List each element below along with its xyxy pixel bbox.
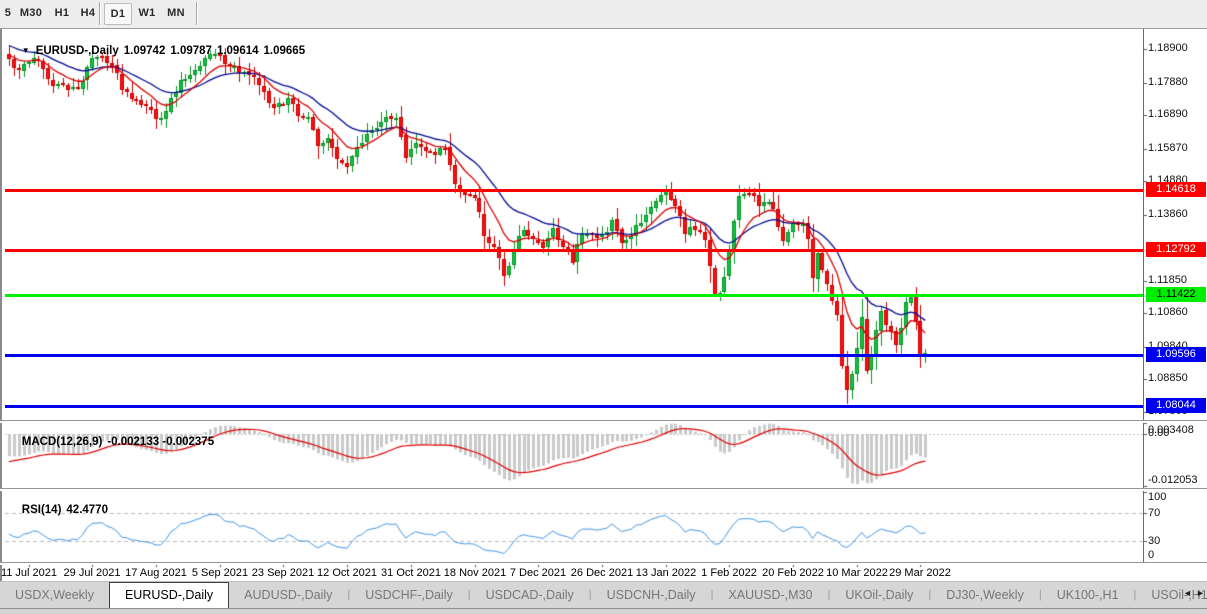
timeframe-toolbar: 5M30H1H4D1W1MN <box>0 0 1207 29</box>
date-tick-label: 26 Dec 2021 <box>571 567 633 579</box>
timeframe-H1[interactable]: H1 <box>50 3 74 23</box>
tab-xauusd-m30[interactable]: XAUUSD-,M30 <box>713 582 827 609</box>
rsi-tick-label: 0 <box>1148 549 1206 561</box>
date-tick-label: 20 Feb 2022 <box>762 567 824 579</box>
tab-dj30-weekly[interactable]: DJ30-,Weekly <box>931 582 1039 609</box>
date-tick-label: 23 Sep 2021 <box>252 567 314 579</box>
date-tick-label: 10 Mar 2022 <box>826 567 888 579</box>
toolbar-separator <box>196 2 198 25</box>
hline-level-1.12792[interactable] <box>5 249 1143 252</box>
date-tick-label: 1 Feb 2022 <box>701 567 757 579</box>
date-tick-label: 7 Dec 2021 <box>510 567 566 579</box>
macd-tick-label: 0.00 <box>1148 427 1206 439</box>
low-value: 1.09614 <box>217 45 259 57</box>
macd-values: -0.002133 -0.002375 <box>107 436 214 448</box>
rsi-name: RSI(14) <box>22 504 62 516</box>
hline-level-1.08044[interactable] <box>5 405 1143 408</box>
rsi-value: 42.4770 <box>66 504 108 516</box>
chart-canvas[interactable] <box>0 0 1207 613</box>
date-tick-label: 31 Oct 2021 <box>381 567 441 579</box>
price-tick-label: 1.17880 <box>1148 76 1206 88</box>
tab-eurusd-daily[interactable]: EURUSD-,Daily <box>109 582 229 609</box>
timeframe-W1[interactable]: W1 <box>134 3 160 23</box>
hline-level-1.11422[interactable] <box>5 294 1143 297</box>
pane-separator-dates <box>0 562 1207 565</box>
date-tick-label: 17 Aug 2021 <box>125 567 187 579</box>
trading-terminal: 5M30H1H4D1W1MN ▼ EURUSD-,Daily 1.09742 1.09… <box>0 0 1207 613</box>
price-badge: 1.08044 <box>1146 398 1206 413</box>
tab-usdcad-daily[interactable]: USDCAD-,Daily <box>471 582 589 609</box>
timeframe-M30[interactable]: M30 <box>16 3 46 23</box>
date-tick-label: 13 Jan 2022 <box>636 567 697 579</box>
price-axis-line <box>1143 29 1144 563</box>
price-tick-label: 1.11850 <box>1148 274 1206 286</box>
tab-usdchf-daily[interactable]: USDCHF-,Daily <box>350 582 468 609</box>
price-tick-label: 1.16890 <box>1148 108 1206 120</box>
open-value: 1.09742 <box>124 45 166 57</box>
rsi-tick-label: 30 <box>1148 535 1206 547</box>
date-tick-label: 18 Nov 2021 <box>444 567 506 579</box>
tab-scroll-left-icon[interactable]: ◄ <box>1183 588 1192 598</box>
pane-separator-rsi <box>0 488 1207 491</box>
date-tick-label: 29 Jul 2021 <box>64 567 121 579</box>
tab-usdx-weekly[interactable]: USDX,Weekly <box>0 582 109 609</box>
price-badge: 1.11422 <box>1146 287 1206 302</box>
price-tick-label: 1.10860 <box>1148 306 1206 318</box>
date-tick-label: 5 Sep 2021 <box>192 567 248 579</box>
price-tick-label: 1.08850 <box>1148 372 1206 384</box>
rsi-tick-label: 100 <box>1148 491 1206 503</box>
timeframe-MN[interactable]: MN <box>162 3 190 23</box>
rsi-label: RSI(14) 42.4770 <box>9 492 108 528</box>
bottom-strip <box>0 608 1207 614</box>
chart-symbol-label: EURUSD-,Daily <box>36 45 119 57</box>
timeframe-5[interactable]: 5 <box>2 3 14 23</box>
hline-level-1.14618[interactable] <box>5 189 1143 192</box>
tab-usdcnh-daily[interactable]: USDCNH-,Daily <box>592 582 711 609</box>
date-tick-label: 12 Oct 2021 <box>317 567 377 579</box>
hline-level-1.09596[interactable] <box>5 354 1143 357</box>
price-tick-label: 1.15870 <box>1148 142 1206 154</box>
timeframe-H4[interactable]: H4 <box>76 3 100 23</box>
high-value: 1.09787 <box>170 45 212 57</box>
toolbar-separator <box>99 2 101 25</box>
symbol-tabbar: USDX,WeeklyEURUSD-,DailyAUDUSD-,Daily|US… <box>0 581 1207 609</box>
tab-scroll-right-icon[interactable]: ► <box>1196 588 1205 598</box>
date-tick-label: 11 Jul 2021 <box>1 567 57 579</box>
tab-ukoil-daily[interactable]: UKOil-,Daily <box>830 582 928 609</box>
date-tick-label: 29 Mar 2022 <box>889 567 951 579</box>
price-tick-label: 1.13860 <box>1148 208 1206 220</box>
rsi-tick-label: 70 <box>1148 507 1206 519</box>
price-badge: 1.12792 <box>1146 242 1206 257</box>
price-tick-label: 1.18900 <box>1148 42 1206 54</box>
chart-dropdown-icon[interactable]: ▼ <box>22 46 30 55</box>
close-value: 1.09665 <box>264 45 306 57</box>
macd-label: MACD(12,26,9) -0.002133 -0.002375 <box>9 424 214 460</box>
chart-ohlc-readout: ▼ EURUSD-,Daily 1.09742 1.09787 1.09614 1.096… <box>9 33 305 69</box>
macd-name: MACD(12,26,9) <box>22 436 103 448</box>
price-badge: 1.09596 <box>1146 347 1206 362</box>
price-badge: 1.14618 <box>1146 182 1206 197</box>
tab-audusd-daily[interactable]: AUDUSD-,Daily <box>229 582 347 609</box>
macd-tick-label: -0.012053 <box>1148 474 1206 486</box>
tab-uk100-h1[interactable]: UK100-,H1 <box>1042 582 1134 609</box>
pane-separator-macd <box>0 420 1207 423</box>
timeframe-D1[interactable]: D1 <box>104 3 132 25</box>
